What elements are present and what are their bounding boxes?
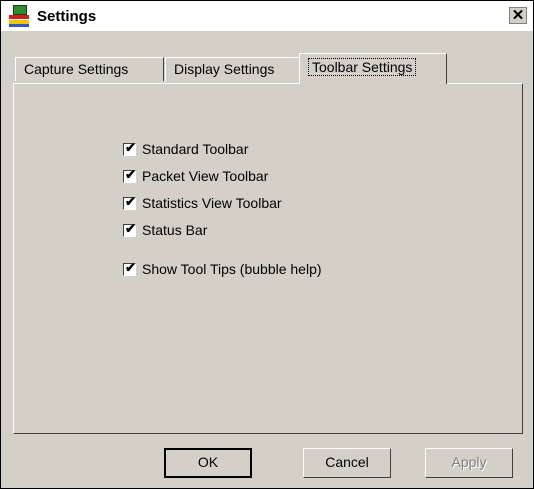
check-icon: ✔	[125, 259, 136, 275]
apply-label: Apply	[451, 454, 487, 470]
option-label: Status Bar	[142, 222, 208, 238]
option-label: Show Tool Tips (bubble help)	[142, 261, 322, 277]
option-show-tool-tips[interactable]: ✔ Show Tool Tips (bubble help)	[123, 259, 322, 277]
tab-label: Toolbar Settings	[308, 58, 417, 76]
option-label: Packet View Toolbar	[142, 168, 269, 184]
cancel-button[interactable]: Cancel	[303, 448, 391, 478]
checkbox[interactable]: ✔	[123, 220, 136, 237]
checkbox[interactable]: ✔	[123, 139, 136, 156]
checkbox[interactable]: ✔	[123, 193, 136, 210]
option-label: Standard Toolbar	[142, 141, 249, 157]
cancel-label: Cancel	[325, 454, 369, 470]
tab-display-settings[interactable]: Display Settings	[165, 57, 300, 81]
option-statistics-view-toolbar[interactable]: ✔ Statistics View Toolbar	[123, 193, 282, 211]
tab-toolbar-settings[interactable]: Toolbar Settings	[299, 53, 447, 84]
window-title: Settings	[37, 7, 97, 25]
check-icon: ✔	[125, 139, 136, 155]
app-icon	[9, 5, 29, 27]
check-icon: ✔	[125, 193, 136, 209]
option-packet-view-toolbar[interactable]: ✔ Packet View Toolbar	[123, 166, 269, 184]
tab-label: Capture Settings	[24, 61, 129, 77]
ok-label: OK	[197, 454, 219, 470]
option-label: Statistics View Toolbar	[142, 195, 282, 211]
check-icon: ✔	[125, 166, 136, 182]
tab-capture-settings[interactable]: Capture Settings	[15, 57, 164, 81]
title-bar[interactable]: Settings ✕	[1, 1, 533, 31]
toolbar-settings-panel	[13, 83, 523, 434]
option-standard-toolbar[interactable]: ✔ Standard Toolbar	[123, 139, 249, 157]
option-status-bar[interactable]: ✔ Status Bar	[123, 220, 208, 238]
close-icon: ✕	[511, 7, 525, 24]
ok-button[interactable]: OK	[164, 448, 252, 478]
settings-dialog: Settings ✕ Capture Settings Display Sett…	[0, 0, 534, 489]
check-icon: ✔	[125, 220, 136, 236]
apply-button: Apply	[425, 448, 513, 478]
checkbox[interactable]: ✔	[123, 259, 136, 276]
close-button[interactable]: ✕	[509, 7, 527, 24]
checkbox[interactable]: ✔	[123, 166, 136, 183]
tab-label: Display Settings	[174, 61, 275, 77]
